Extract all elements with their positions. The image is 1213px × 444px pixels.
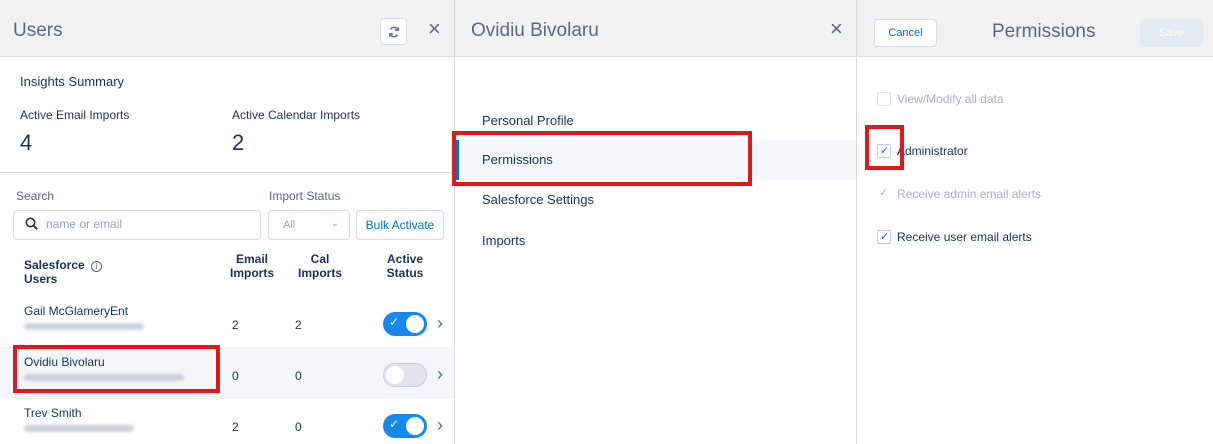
email-imports-cell: 2 — [232, 420, 239, 434]
search-label: Search — [16, 189, 55, 203]
cancel-button[interactable]: Cancel — [874, 19, 937, 47]
col-header-email[interactable]: Email Imports — [222, 252, 282, 280]
nav-label: Salesforce Settings — [482, 192, 595, 207]
nav-imports[interactable]: Imports — [455, 221, 856, 261]
highlight-user-row — [13, 345, 220, 393]
active-status-toggle[interactable]: ✓ — [383, 414, 427, 438]
chevron-right-icon[interactable]: › — [437, 364, 443, 385]
checkbox[interactable] — [877, 92, 891, 106]
insights-summary-title: Insights Summary — [20, 74, 125, 89]
import-status-select[interactable]: All ⌄ — [268, 210, 350, 240]
search-icon — [25, 217, 38, 230]
search-field[interactable] — [13, 210, 261, 240]
email-imports-cell: 0 — [232, 369, 239, 383]
col-header-active-line1: Active — [386, 252, 424, 266]
option-label: View/Modify all data — [897, 92, 1004, 106]
users-panel-header: Users × — [0, 0, 454, 57]
col-header-email-line1: Email — [235, 252, 268, 266]
active-status-toggle[interactable] — [383, 363, 427, 387]
check-icon: ✓ — [880, 231, 890, 243]
checkbox[interactable]: ✓ — [877, 230, 891, 244]
users-panel-title: Users — [13, 20, 63, 41]
check-icon: ✓ — [389, 417, 400, 431]
import-status-value: All — [283, 219, 296, 231]
nav-label: Personal Profile — [482, 113, 574, 128]
permissions-panel-title: Permissions — [992, 21, 1096, 42]
col-header-users-line1: Salesforce — [24, 258, 85, 272]
divider — [0, 172, 454, 173]
table-row[interactable]: Trev Smith 2 0 ✓ › — [0, 398, 454, 444]
col-header-users-line2: Users — [24, 272, 58, 286]
check-icon: ✓ — [389, 315, 400, 329]
user-name: Gail McGlameryEnt — [24, 304, 129, 318]
email-imports-label: Active Email Imports — [20, 108, 130, 122]
bulk-activate-button[interactable]: Bulk Activate — [356, 210, 444, 240]
nav-salesforce-settings[interactable]: Salesforce Settings — [455, 180, 856, 220]
calendar-imports-label: Active Calendar Imports — [232, 108, 361, 122]
save-button[interactable]: Save — [1140, 19, 1203, 47]
import-status-label: Import Status — [269, 189, 341, 203]
col-header-users[interactable]: Salesforce i Users — [24, 258, 103, 286]
close-users-icon[interactable]: × — [428, 18, 441, 40]
checkbox[interactable]: ✓ — [877, 187, 891, 201]
refresh-button[interactable] — [380, 18, 407, 45]
col-header-cal[interactable]: Cal Imports — [290, 252, 350, 280]
close-detail-icon[interactable]: × — [830, 18, 843, 40]
search-input[interactable] — [46, 217, 246, 231]
highlight-permissions-nav — [452, 131, 752, 186]
option-label: Administrator — [897, 144, 968, 158]
users-panel: Users × Insights Summary Active Email Im… — [0, 0, 455, 444]
option-label: Receive user email alerts — [897, 230, 1032, 244]
email-imports-cell: 2 — [232, 318, 239, 332]
cal-imports-cell: 0 — [295, 369, 302, 383]
cal-imports-cell: 2 — [295, 318, 302, 332]
permissions-panel-header: Cancel Permissions Save — [857, 0, 1213, 57]
cal-imports-cell: 0 — [295, 420, 302, 434]
user-detail-panel: Ovidiu Bivolaru × Personal Profile Permi… — [452, 0, 857, 444]
nav-label: Imports — [482, 233, 526, 248]
col-header-active[interactable]: Active Status — [375, 252, 435, 280]
detail-panel-header: Ovidiu Bivolaru × — [455, 0, 856, 57]
calendar-imports-value: 2 — [232, 130, 245, 155]
user-name: Trev Smith — [24, 406, 82, 420]
active-status-toggle[interactable]: ✓ — [383, 312, 427, 336]
chevron-right-icon[interactable]: › — [437, 313, 443, 334]
user-email-redacted — [24, 323, 144, 330]
chevron-right-icon[interactable]: › — [437, 415, 443, 436]
check-icon: ✓ — [879, 187, 889, 199]
col-header-email-line2: Imports — [229, 266, 274, 280]
permissions-panel: Cancel Permissions Save View/Modify all … — [857, 0, 1213, 444]
col-header-active-line2: Status — [386, 266, 424, 280]
refresh-icon — [388, 26, 399, 37]
highlight-administrator-checkbox — [865, 125, 904, 170]
col-header-cal-line2: Imports — [297, 266, 342, 280]
info-icon: i — [91, 261, 103, 272]
email-imports-value: 4 — [20, 130, 33, 155]
user-email-redacted — [24, 425, 134, 432]
detail-panel-title: Ovidiu Bivolaru — [471, 20, 599, 41]
col-header-cal-line1: Cal — [310, 252, 330, 266]
chevron-down-icon: ⌄ — [330, 218, 339, 229]
option-label: Receive admin email alerts — [897, 187, 1042, 201]
table-row[interactable]: Gail McGlameryEnt 2 2 ✓ › — [0, 296, 454, 348]
